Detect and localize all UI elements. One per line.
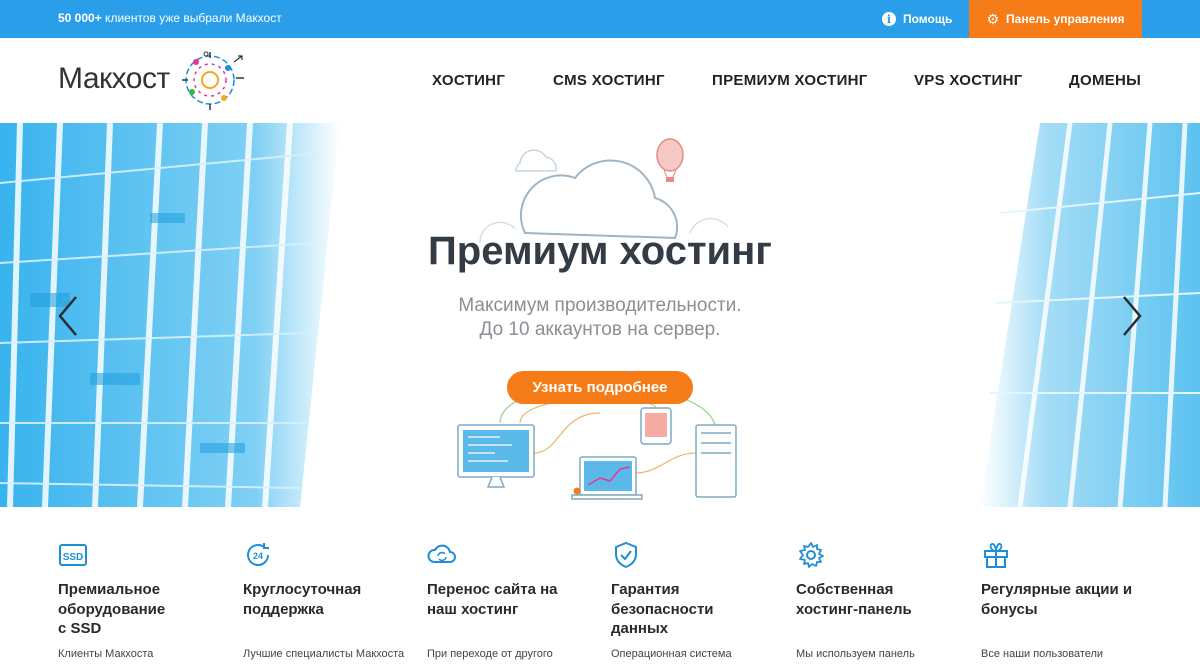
feature-panel-title-line: Собственная (796, 581, 894, 598)
hero-subtitle-line-2: До 10 аккаунтов на сервер. (479, 319, 721, 340)
help-label: Помощь (903, 12, 953, 26)
feature-security: Гарантия безопасности данных Операционна… (611, 540, 781, 660)
feature-promotions: Регулярные акции и бонусы Все наши польз… (981, 540, 1151, 660)
feature-security-title-line: данных (611, 620, 669, 637)
nav-domains[interactable]: ДОМЕНЫ (1069, 38, 1141, 123)
nav-vps-hosting[interactable]: VPS ХОСТИНГ (914, 38, 1023, 123)
gear-icon: ⚙ (986, 11, 1000, 27)
slider-prev-arrow[interactable] (54, 293, 84, 339)
hero-slider: Премиум хостинг Максимум производительно… (0, 123, 1200, 507)
feature-migration-title-line: Перенос сайта на (427, 581, 558, 598)
help-link[interactable]: i Помощь (882, 0, 952, 38)
feature-support-title-line: поддержка (243, 600, 324, 618)
svg-text:24: 24 (253, 551, 263, 561)
nav-cms-hosting[interactable]: CMS ХОСТИНГ (553, 38, 665, 123)
feature-panel-title-line: хостинг-панель (796, 600, 912, 618)
feature-migration-title: Перенос сайта на наш хостинг (427, 580, 597, 619)
promo-caption: клиентов уже выбрали Макхост (101, 11, 282, 25)
feature-ssd: SSD Премиальное оборудование с SSD Клиен… (58, 540, 228, 660)
control-panel-label: Панель управления (1006, 12, 1125, 26)
feature-promotions-title: Регулярные акции и бонусы (981, 580, 1151, 619)
hero-title: Премиум хостинг (428, 229, 772, 273)
feature-security-title: Гарантия безопасности данных (611, 580, 781, 639)
support-24-icon: 24 (247, 543, 269, 566)
feature-panel: Собственная хостинг-панель Мы используем… (796, 540, 966, 660)
ssd-icon: SSD (59, 544, 87, 566)
logo[interactable]: Макхост (58, 48, 258, 114)
shield-check-icon (615, 541, 637, 569)
learn-more-button[interactable]: Узнать подробнее (507, 371, 693, 404)
feature-promotions-desc: Все наши пользователи (981, 648, 1104, 660)
control-panel-button[interactable]: ⚙ Панель управления (969, 0, 1142, 38)
chevron-right-icon (1123, 296, 1142, 336)
info-icon: i (882, 12, 896, 26)
feature-migration-desc: При переходе от другого (427, 648, 553, 660)
logo-emblem-icon (182, 51, 244, 110)
feature-migration: Перенос сайта на наш хостинг При переход… (427, 540, 597, 660)
feature-security-desc: Операционная система (611, 648, 732, 660)
cloud-sync-icon (427, 544, 456, 563)
logo-text: Макхост (58, 62, 170, 95)
feature-promotions-title-line: Регулярные акции и (981, 581, 1133, 598)
feature-support-title: Круглосуточная поддержка (243, 580, 413, 619)
feature-migration-title-line: наш хостинг (427, 600, 519, 618)
nav-hosting[interactable]: ХОСТИНГ (432, 38, 505, 123)
feature-security-title-line: Гарантия (611, 581, 680, 598)
gift-icon (984, 542, 1008, 568)
feature-support-desc: Лучшие специалисты Макхоста (243, 648, 405, 660)
nav-premium-hosting[interactable]: ПРЕМИУМ ХОСТИНГ (712, 38, 868, 123)
feature-ssd-title-line: с SSD (58, 620, 102, 637)
chevron-left-icon (58, 296, 77, 336)
top-bar: 50 000+ клиентов уже выбрали Макхост i П… (0, 0, 1200, 38)
feature-promotions-title-line: бонусы (981, 600, 1038, 618)
feature-support: 24 Круглосуточная поддержка Лучшие специ… (243, 540, 413, 660)
promo-count: 50 000+ (58, 11, 102, 25)
feature-security-title-line: безопасности (611, 600, 714, 618)
gear-icon (799, 542, 824, 568)
feature-ssd-title-line: оборудование (58, 600, 166, 618)
feature-panel-desc: Мы используем панель (796, 648, 915, 660)
feature-ssd-title: Премиальное оборудование с SSD (58, 580, 228, 639)
svg-text:SSD: SSD (63, 552, 84, 563)
site-header: Макхост ХОСТИНГ CMS ХОСТИНГ ПРЕМИУМ ХОСТ… (0, 38, 1200, 123)
promo-text: 50 000+ клиентов уже выбрали Макхост (58, 11, 282, 25)
feature-ssd-title-line: Премиальное (58, 581, 161, 598)
feature-panel-title: Собственная хостинг-панель (796, 580, 966, 619)
slider-next-arrow[interactable] (1116, 293, 1146, 339)
feature-ssd-desc: Клиенты Макхоста (58, 648, 154, 660)
feature-support-title-line: Круглосуточная (243, 581, 362, 598)
hero-subtitle-line-1: Максимум производительности. (458, 295, 742, 316)
